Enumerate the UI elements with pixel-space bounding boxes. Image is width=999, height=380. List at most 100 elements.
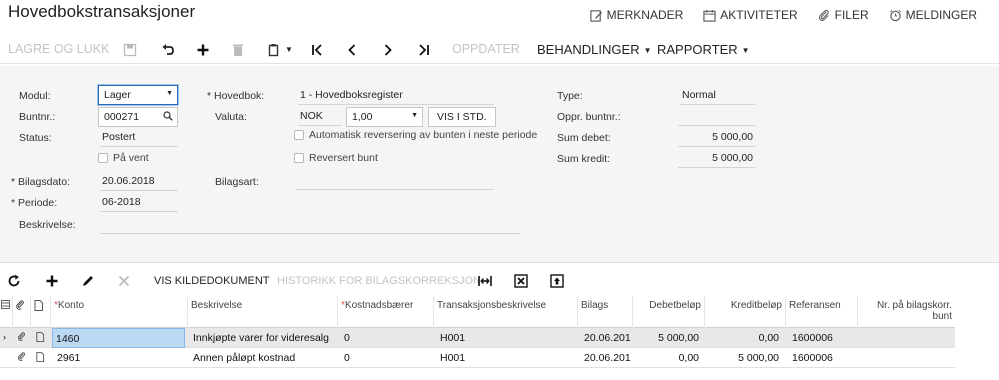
paperclip-icon bbox=[818, 9, 829, 21]
update-button[interactable]: OPPDATER bbox=[452, 42, 520, 56]
col-doc[interactable]: Bilags bbox=[577, 296, 632, 328]
first-record-icon[interactable] bbox=[309, 42, 325, 58]
doc-type-label: Bilagsart: bbox=[215, 176, 259, 188]
cell-doc[interactable]: 20.06.201 bbox=[581, 328, 632, 348]
cell-reference[interactable]: 1600006 bbox=[789, 328, 857, 348]
grid-toolbar: VIS KILDEDOKUMENT HISTORIKK FOR BILAGSKO… bbox=[0, 268, 999, 294]
chevron-down-icon: ▼ bbox=[741, 46, 750, 55]
col-account[interactable]: *Konto bbox=[50, 296, 187, 328]
activities-link[interactable]: AKTIVITETER bbox=[703, 8, 798, 22]
cell-reference[interactable]: 1600006 bbox=[789, 348, 857, 368]
status-label: Status: bbox=[19, 132, 52, 144]
search-icon[interactable] bbox=[163, 111, 173, 124]
cell-account[interactable]: 1460 bbox=[52, 328, 185, 348]
add-icon[interactable] bbox=[195, 42, 211, 58]
top-links: MERKNADER AKTIVITETER FILER MELDINGER bbox=[589, 8, 977, 22]
note-icon[interactable] bbox=[32, 348, 48, 368]
save-icon[interactable] bbox=[122, 42, 138, 58]
col-reference[interactable]: Referansen bbox=[785, 296, 857, 328]
cell-debit[interactable]: 0,00 bbox=[632, 348, 702, 368]
ledger-label: Hovedbok: bbox=[207, 90, 264, 102]
debit-total-value: 5 000,00 bbox=[678, 129, 755, 147]
cell-subaccount[interactable]: 0 bbox=[341, 328, 433, 348]
doc-date-field[interactable]: 20.06.2018 bbox=[100, 173, 178, 191]
calendar-icon bbox=[703, 9, 716, 22]
main-toolbar: LAGRE OG LUKK ▼ OPPDATER BEHANDLINGER ▼ R… bbox=[0, 36, 999, 64]
orig-batch-label: Oppr. buntnr.: bbox=[557, 111, 621, 123]
cell-description[interactable]: Innkjøpte varer for videresalg bbox=[190, 328, 336, 348]
cell-credit[interactable]: 5 000,00 bbox=[704, 348, 782, 368]
save-close-button[interactable]: LAGRE OG LUKK bbox=[8, 42, 109, 56]
reports-menu[interactable]: RAPPORTER ▼ bbox=[657, 42, 750, 57]
col-description[interactable]: Beskrivelse bbox=[187, 296, 337, 328]
page-title: Hovedbokstransaksjoner bbox=[8, 2, 196, 21]
reminders-link[interactable]: MELDINGER bbox=[889, 8, 977, 22]
status-value: Postert bbox=[100, 129, 178, 147]
description-label: Beskrivelse: bbox=[19, 219, 76, 231]
orig-batch-value bbox=[678, 108, 755, 126]
reversed-batch-checkbox[interactable]: Reversert bunt bbox=[294, 152, 378, 164]
ledger-field[interactable]: 1 - Hovedboksregister bbox=[298, 87, 494, 105]
on-hold-checkbox[interactable]: På vent bbox=[98, 152, 149, 164]
table-row[interactable]: 2961 Annen påløpt kostnad 0 H001 20.06.2… bbox=[0, 348, 955, 368]
type-value: Normal bbox=[680, 87, 755, 105]
cell-tran-desc[interactable]: H001 bbox=[437, 348, 577, 368]
upload-icon[interactable] bbox=[549, 273, 565, 289]
batch-number-field[interactable]: 000271 bbox=[98, 107, 178, 127]
cell-credit[interactable]: 0,00 bbox=[704, 328, 782, 348]
note-icon[interactable] bbox=[32, 328, 48, 348]
col-corr-batch[interactable]: Nr. på bilagskorr. bunt bbox=[857, 296, 955, 328]
chevron-down-icon: ▼ bbox=[411, 112, 418, 119]
edit-note-icon bbox=[589, 9, 602, 22]
export-excel-icon[interactable] bbox=[513, 273, 529, 289]
doc-date-label: Bilagsdato: bbox=[11, 176, 70, 188]
cell-account[interactable]: 2961 bbox=[54, 348, 185, 368]
delete-icon[interactable] bbox=[230, 42, 246, 58]
files-link[interactable]: FILER bbox=[818, 8, 869, 22]
cell-debit[interactable]: 5 000,00 bbox=[632, 328, 702, 348]
cell-tran-desc[interactable]: H001 bbox=[437, 328, 577, 348]
col-tran-desc[interactable]: Transaksjonsbeskrivelse bbox=[433, 296, 577, 328]
auto-reverse-checkbox[interactable]: Automatisk reversering av bunten i neste… bbox=[294, 129, 537, 141]
table-header: *Konto Beskrivelse *Kostnadsbærer Transa… bbox=[0, 296, 955, 328]
debit-total-label: Sum debet: bbox=[557, 132, 611, 144]
cell-subaccount[interactable]: 0 bbox=[341, 348, 433, 368]
clipboard-icon[interactable] bbox=[266, 42, 282, 58]
next-record-icon[interactable] bbox=[380, 42, 396, 58]
module-select[interactable]: Lager ▼ bbox=[98, 85, 178, 105]
col-credit[interactable]: Kreditbeløp bbox=[704, 296, 785, 328]
previous-record-icon[interactable] bbox=[344, 42, 360, 58]
last-record-icon[interactable] bbox=[416, 42, 432, 58]
view-base-button[interactable]: VIS I STD. bbox=[428, 107, 496, 127]
view-source-doc-button[interactable]: VIS KILDEDOKUMENT bbox=[154, 275, 270, 287]
actions-menu[interactable]: BEHANDLINGER ▼ bbox=[537, 42, 652, 57]
period-field[interactable]: 06-2018 bbox=[100, 194, 178, 212]
credit-total-label: Sum kredit: bbox=[557, 153, 611, 165]
cell-corr-batch[interactable] bbox=[857, 348, 953, 368]
notes-link[interactable]: MERKNADER bbox=[589, 8, 683, 22]
clipboard-caret-icon[interactable]: ▼ bbox=[285, 45, 293, 54]
period-label: Periode: bbox=[11, 197, 57, 209]
current-row-icon: › bbox=[3, 332, 6, 342]
col-subaccount[interactable]: *Kostnadsbærer bbox=[337, 296, 433, 328]
cell-description[interactable]: Annen påløpt kostnad bbox=[190, 348, 336, 368]
fit-columns-icon[interactable] bbox=[477, 273, 493, 289]
add-row-icon[interactable] bbox=[44, 273, 60, 289]
paperclip-icon[interactable] bbox=[14, 328, 30, 348]
undo-icon[interactable] bbox=[160, 42, 176, 58]
correction-history-button[interactable]: HISTORIKK FOR BILAGSKORREKSJON bbox=[277, 275, 481, 287]
cell-doc[interactable]: 20.06.201 bbox=[581, 348, 632, 368]
currency-field[interactable]: NOK bbox=[298, 108, 342, 126]
col-debit[interactable]: Debetbeløp bbox=[632, 296, 704, 328]
description-field[interactable] bbox=[100, 216, 520, 234]
credit-total-value: 5 000,00 bbox=[678, 150, 755, 168]
edit-icon[interactable] bbox=[80, 273, 96, 289]
cell-corr-batch[interactable] bbox=[857, 328, 953, 348]
exchange-rate-select[interactable]: 1,00 ▼ bbox=[346, 107, 423, 127]
refresh-icon[interactable] bbox=[6, 273, 22, 289]
paperclip-icon[interactable] bbox=[14, 348, 30, 368]
delete-row-icon[interactable] bbox=[116, 273, 132, 289]
doc-type-field[interactable] bbox=[296, 172, 494, 190]
attachment-column-icon bbox=[12, 296, 30, 328]
table-row[interactable]: › 1460 Innkjøpte varer for videresalg 0 … bbox=[0, 328, 955, 348]
